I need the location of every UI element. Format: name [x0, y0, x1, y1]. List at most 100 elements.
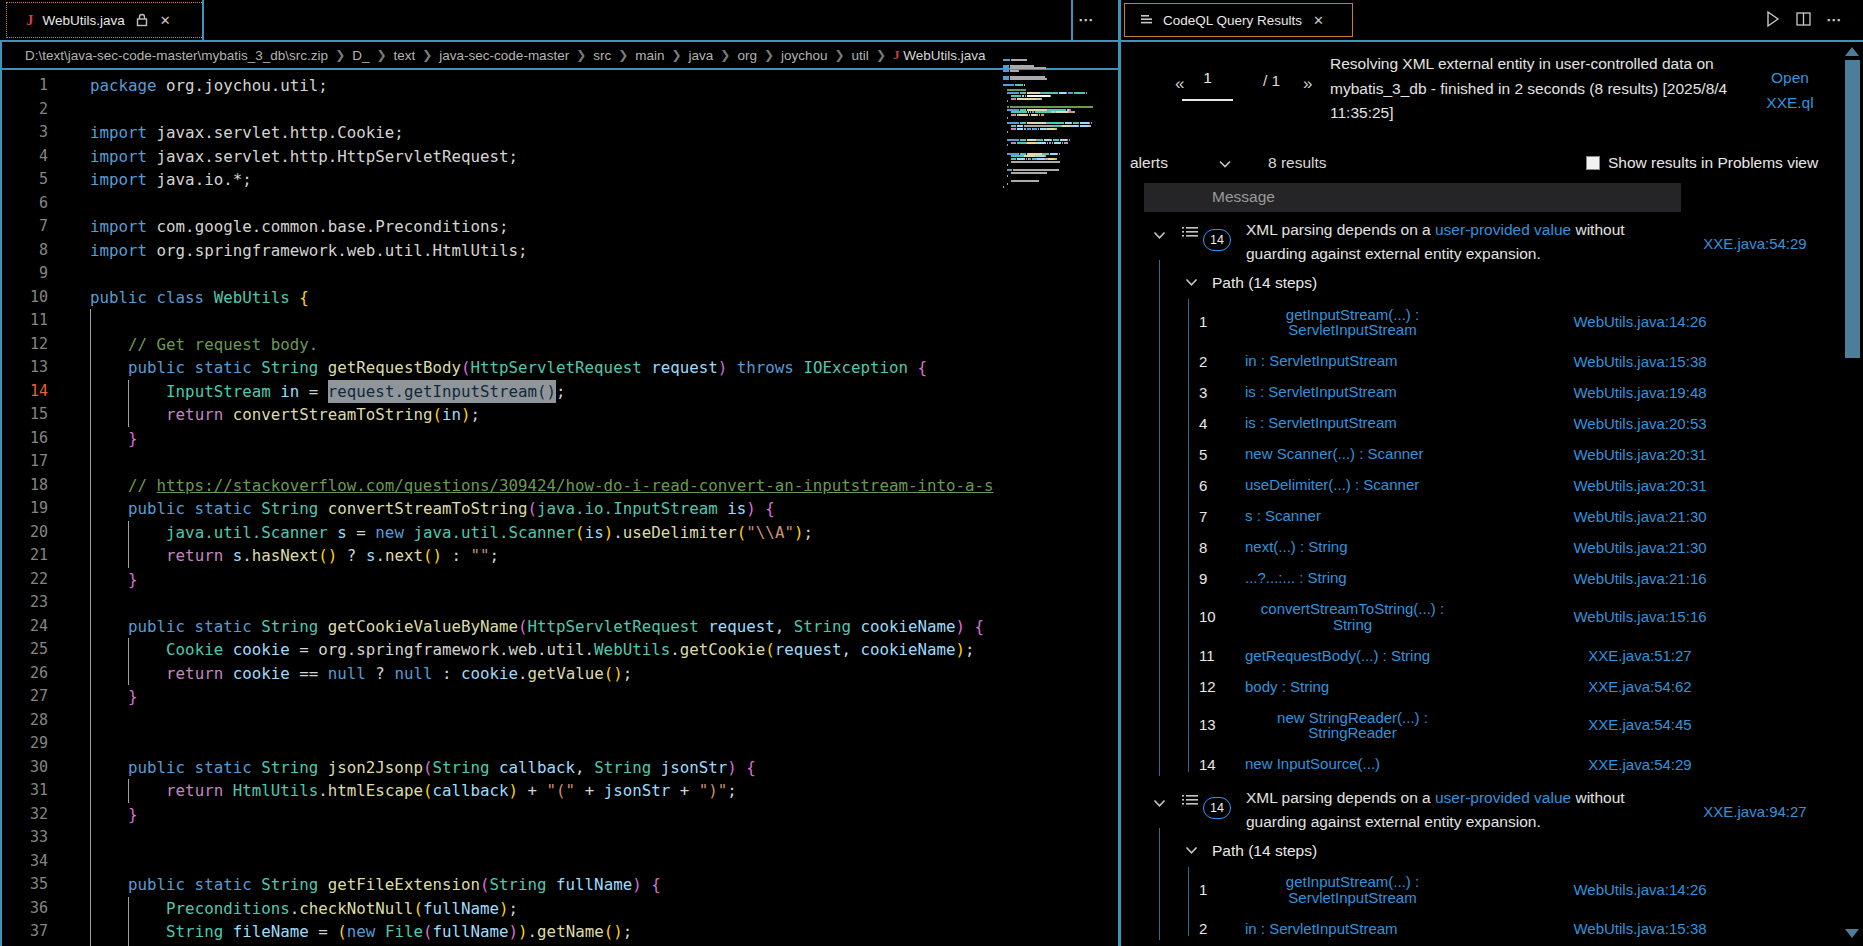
breadcrumb-segment[interactable]: joychou: [781, 48, 828, 63]
alert-message-line1[interactable]: XML parsing depends on a user-provided v…: [1246, 221, 1625, 239]
step-location-link[interactable]: XXE.java:54:29: [1520, 749, 1760, 780]
close-tab-icon[interactable]: ✕: [160, 13, 171, 28]
close-tab-icon[interactable]: ✕: [1313, 13, 1324, 28]
step-label-cell[interactable]: getRequestBody(...) : String: [1245, 640, 1430, 671]
minimap-line: [1044, 139, 1052, 141]
step-label-cell[interactable]: is : ServletInputStream: [1245, 408, 1397, 439]
alert-location-link[interactable]: XXE.java:54:29: [1660, 235, 1850, 252]
step-location-link[interactable]: XXE.java:54:62: [1520, 671, 1760, 702]
breadcrumb-segment[interactable]: java: [689, 48, 714, 63]
step-label-link[interactable]: next(...) : String: [1245, 539, 1348, 555]
tab-codeql-query-results[interactable]: CodeQL Query Results ✕: [1124, 3, 1353, 37]
step-label-cell[interactable]: getInputStream(...) : ServletInputStream: [1245, 867, 1460, 914]
breadcrumb-segment[interactable]: D_: [352, 48, 369, 63]
step-location-link[interactable]: WebUtils.java:21:16: [1520, 563, 1760, 594]
code-editor[interactable]: package org.joychou.util;import javax.se…: [90, 74, 994, 944]
path-label[interactable]: Path (14 steps): [1212, 842, 1317, 860]
line-number: 4: [0, 145, 48, 169]
step-location-link[interactable]: XXE.java:51:27: [1520, 640, 1760, 671]
next-page-button[interactable]: »: [1303, 74, 1312, 94]
message-link[interactable]: user-provided value: [1435, 221, 1571, 238]
step-label-cell[interactable]: s : Scanner: [1245, 501, 1321, 532]
breadcrumb-segment[interactable]: src: [593, 48, 611, 63]
breadcrumb-segment[interactable]: java-sec-code-master: [439, 48, 569, 63]
step-label-link[interactable]: convertStreamToString(...) : String: [1245, 601, 1460, 632]
breadcrumb[interactable]: D:\text\java-sec-code-master\mybatis_3_d…: [0, 42, 1118, 68]
step-label-cell[interactable]: useDelimiter(...) : Scanner: [1245, 470, 1419, 501]
step-label-link[interactable]: new InputSource(...): [1245, 756, 1380, 772]
step-label-link[interactable]: in : ServletInputStream: [1245, 353, 1398, 369]
step-label-link[interactable]: in : ServletInputStream: [1245, 921, 1398, 937]
alert-expand-chevron[interactable]: [1153, 231, 1166, 240]
step-label-link[interactable]: getInputStream(...) : ServletInputStream: [1245, 874, 1460, 905]
tab-webutils-java[interactable]: J WebUtils.java ✕: [7, 3, 203, 37]
step-label-cell[interactable]: new InputSource(...): [1245, 749, 1380, 780]
step-location-link[interactable]: WebUtils.java:15:38: [1520, 913, 1760, 944]
step-location-link[interactable]: XXE.java:54:45: [1520, 702, 1760, 749]
breadcrumb-segment[interactable]: org: [737, 48, 757, 63]
scrollbar-thumb[interactable]: [1845, 60, 1860, 358]
step-label-cell[interactable]: convertStreamToString(...) : String: [1245, 594, 1460, 641]
panel-more-actions-icon[interactable]: ⋯: [1826, 11, 1842, 29]
breadcrumb-segment[interactable]: util: [852, 48, 869, 63]
step-label-link[interactable]: ...?...:... : String: [1245, 570, 1347, 586]
alert-message-line1[interactable]: XML parsing depends on a user-provided v…: [1246, 789, 1625, 807]
step-location-link[interactable]: WebUtils.java:14:26: [1520, 299, 1760, 346]
step-location-link[interactable]: WebUtils.java:21:30: [1520, 501, 1760, 532]
step-label-cell[interactable]: new Scanner(...) : Scanner: [1245, 439, 1423, 470]
breadcrumb-segment[interactable]: D:\text\java-sec-code-master\mybatis_3_d…: [25, 48, 328, 63]
step-label-cell[interactable]: body : String: [1245, 671, 1329, 702]
step-label-cell[interactable]: new StringReader(...) : StringReader: [1245, 702, 1460, 749]
run-query-icon[interactable]: [1765, 10, 1781, 28]
page-number-input[interactable]: 1: [1182, 69, 1233, 87]
step-label-cell[interactable]: getInputStream(...) : ServletInputStream: [1245, 299, 1460, 346]
step-location-link[interactable]: WebUtils.java:20:31: [1520, 470, 1760, 501]
code-line: return convertStreamToString(in);: [90, 403, 994, 427]
step-label-cell[interactable]: is : ServletInputStream: [1245, 377, 1397, 408]
problems-view-checkbox[interactable]: [1586, 156, 1600, 170]
breadcrumb-file[interactable]: WebUtils.java: [899, 48, 985, 63]
path-expand-chevron[interactable]: [1185, 278, 1198, 287]
path-expand-chevron[interactable]: [1185, 846, 1198, 855]
breadcrumb-segment[interactable]: text: [394, 48, 416, 63]
step-label-link[interactable]: is : ServletInputStream: [1245, 415, 1397, 431]
message-column-header[interactable]: Message: [1144, 183, 1681, 212]
step-location-link[interactable]: WebUtils.java:14:26: [1520, 867, 1760, 914]
problems-view-label[interactable]: Show results in Problems view: [1608, 154, 1818, 172]
step-location-link[interactable]: WebUtils.java:20:53: [1520, 408, 1760, 439]
minimap[interactable]: [1003, 0, 1103, 946]
step-label-cell[interactable]: in : ServletInputStream: [1245, 913, 1398, 944]
editor-group-divider[interactable]: [1118, 0, 1121, 946]
step-label-link[interactable]: getRequestBody(...) : String: [1245, 648, 1430, 664]
step-label-link[interactable]: useDelimiter(...) : Scanner: [1245, 477, 1419, 493]
step-label-link[interactable]: s : Scanner: [1245, 508, 1321, 524]
indent-guide: [128, 779, 129, 803]
code-line: [90, 192, 994, 216]
alert-location-link[interactable]: XXE.java:94:27: [1660, 803, 1850, 820]
step-location-link[interactable]: WebUtils.java:21:30: [1520, 532, 1760, 563]
split-editor-icon[interactable]: [1796, 12, 1811, 26]
step-label-link[interactable]: is : ServletInputStream: [1245, 384, 1397, 400]
view-select[interactable]: alerts: [1130, 154, 1168, 172]
alert-message-line2[interactable]: guarding against external entity expansi…: [1246, 813, 1541, 831]
step-label-link[interactable]: new Scanner(...) : Scanner: [1245, 446, 1423, 462]
path-label[interactable]: Path (14 steps): [1212, 274, 1317, 292]
step-location-link[interactable]: WebUtils.java:20:31: [1520, 439, 1760, 470]
step-location-link[interactable]: WebUtils.java:15:38: [1520, 346, 1760, 377]
open-query-link[interactable]: OpenXXE.ql: [1740, 66, 1840, 115]
message-link[interactable]: user-provided value: [1435, 789, 1571, 806]
step-label-link[interactable]: new StringReader(...) : StringReader: [1245, 710, 1460, 741]
step-location-link[interactable]: WebUtils.java:15:16: [1520, 594, 1760, 641]
step-label-cell[interactable]: ...?...:... : String: [1245, 563, 1347, 594]
breadcrumb-segment[interactable]: main: [635, 48, 664, 63]
line-number: 26: [0, 662, 48, 686]
step-label-cell[interactable]: in : ServletInputStream: [1245, 346, 1398, 377]
step-label-cell[interactable]: next(...) : String: [1245, 532, 1348, 563]
alert-expand-chevron[interactable]: [1153, 799, 1166, 808]
step-location-link[interactable]: WebUtils.java:19:48: [1520, 377, 1760, 408]
alert-message-line2[interactable]: guarding against external entity expansi…: [1246, 245, 1541, 263]
step-label-link[interactable]: getInputStream(...) : ServletInputStream: [1245, 307, 1460, 338]
scrollbar-down-arrow[interactable]: [1845, 929, 1859, 938]
scrollbar-up-arrow[interactable]: [1845, 47, 1859, 56]
step-label-link[interactable]: body : String: [1245, 679, 1329, 695]
